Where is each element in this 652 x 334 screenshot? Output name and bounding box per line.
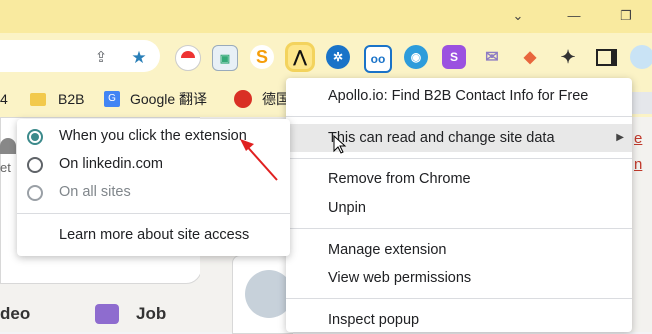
mail-extension-icon[interactable]: ✉	[480, 45, 504, 69]
people-icon	[0, 138, 16, 154]
submenu-arrow-icon: ▶	[616, 132, 624, 143]
mouse-cursor-icon	[333, 135, 347, 154]
title-bar	[0, 0, 652, 33]
bookmark-de[interactable]: 德国	[234, 88, 290, 110]
extension-title-item[interactable]: Apollo.io: Find B2B Contact Info for Fre…	[286, 83, 632, 109]
job-label[interactable]: Job	[136, 304, 166, 324]
radio-disabled	[27, 185, 43, 201]
right-partial-text-2: n	[634, 156, 643, 173]
side-panel-icon[interactable]	[594, 45, 618, 69]
puzzle-extensions-icon[interactable]: ✦	[556, 45, 580, 69]
video-label[interactable]: deo	[0, 304, 30, 324]
folder-icon	[30, 92, 46, 106]
bookmark-google-translate[interactable]: G Google 翻译	[104, 88, 207, 110]
restore-icon[interactable]: ❐	[616, 6, 636, 26]
profile-avatar[interactable]	[630, 45, 652, 69]
vr-extension-icon[interactable]: oo	[364, 45, 392, 73]
menu-separator	[286, 116, 632, 117]
bookmark-folder-b2b[interactable]: B2B	[30, 88, 84, 110]
right-partial-text: e	[634, 130, 643, 147]
bookmark-label: B2B	[58, 91, 85, 107]
radio-selected[interactable]	[27, 129, 43, 145]
menu-separator	[286, 228, 632, 229]
s-extension-icon[interactable]: S	[250, 45, 274, 69]
bookmark-label: 4	[0, 91, 8, 107]
bookmark-label: Google 翻译	[130, 91, 208, 107]
overflow-edge	[632, 92, 652, 114]
unpin-item[interactable]: Unpin	[286, 195, 632, 221]
learn-more-site-access-link[interactable]: Learn more about site access	[59, 222, 249, 248]
left-partial-text: et	[0, 160, 11, 175]
menu-separator	[17, 213, 290, 214]
image-extension-icon[interactable]: ▣	[212, 45, 238, 71]
pokeball-extension-icon[interactable]	[175, 45, 201, 71]
owl-extension-icon[interactable]: ◉	[404, 45, 428, 69]
radio-unselected[interactable]	[27, 157, 43, 173]
google-translate-icon: G	[104, 91, 120, 107]
briefcase-icon	[95, 304, 119, 324]
option-label: When you click the extension	[59, 128, 247, 144]
manage-extension-item[interactable]: Manage extension	[286, 237, 632, 263]
bookmark-item[interactable]: 4	[0, 88, 8, 110]
site-data-label: This can read and change site data	[328, 130, 555, 146]
apollo-extension-icon[interactable]: ⋀	[288, 45, 312, 69]
remove-from-chrome-item[interactable]: Remove from Chrome	[286, 166, 632, 192]
share-icon[interactable]: ⇪	[92, 49, 110, 67]
option-label: On all sites	[59, 184, 131, 200]
s-purple-extension-icon[interactable]: S	[442, 45, 466, 69]
minimize-icon[interactable]: —	[564, 6, 584, 26]
extension-context-menu: Apollo.io: Find B2B Contact Info for Fre…	[286, 78, 632, 332]
menu-separator	[286, 158, 632, 159]
china-emblem-icon	[234, 90, 252, 108]
inspect-popup-item[interactable]: Inspect popup	[286, 307, 632, 333]
bookmark-star-icon[interactable]: ★	[130, 49, 148, 67]
annotation-arrow-icon	[240, 139, 278, 181]
menu-separator	[286, 298, 632, 299]
diamond-extension-icon[interactable]: ◆	[518, 45, 542, 69]
tab-search-icon[interactable]: ⌄	[508, 6, 528, 26]
option-label: On linkedin.com	[59, 156, 163, 172]
view-permissions-item[interactable]: View web permissions	[286, 265, 632, 291]
snowflake-extension-icon[interactable]: ✲	[326, 45, 350, 69]
